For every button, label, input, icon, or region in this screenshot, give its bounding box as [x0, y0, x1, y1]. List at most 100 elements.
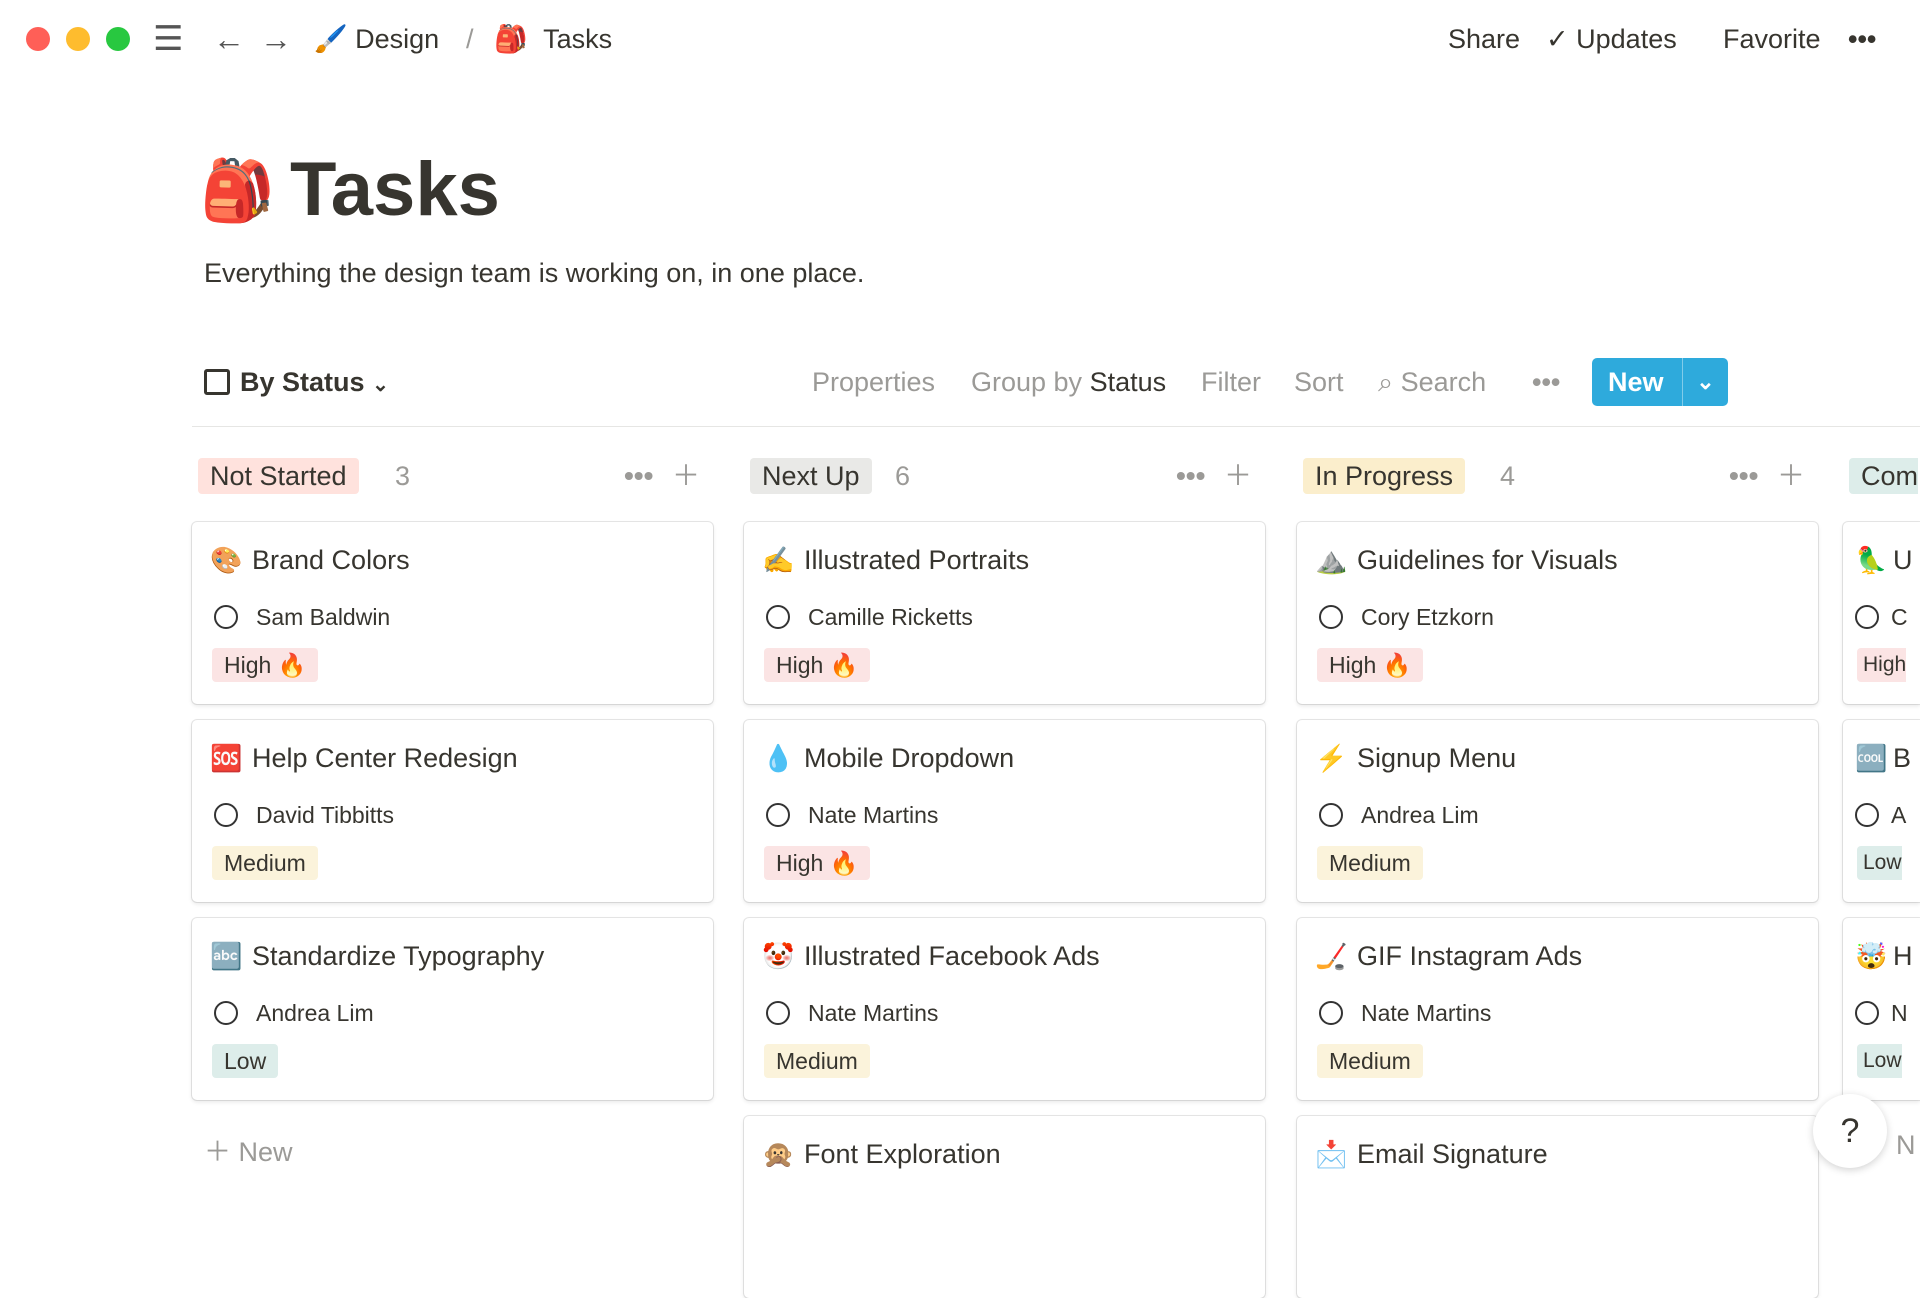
- page-description[interactable]: Everything the design team is working on…: [204, 258, 864, 289]
- column-count: 4: [1500, 461, 1516, 491]
- card-emoji-icon: 🙊: [762, 1139, 795, 1169]
- page-icon[interactable]: 🎒: [200, 155, 275, 226]
- column-header: Next Up 6 ••• ＋: [744, 456, 1265, 496]
- assignee-name: N: [1891, 1000, 1908, 1026]
- assignee-name: Andrea Lim: [256, 1000, 374, 1026]
- card-emoji-icon: 🤡: [762, 941, 795, 971]
- priority-badge: Medium: [1317, 846, 1423, 880]
- new-label: New: [1608, 367, 1664, 397]
- assignee: Nate Martins: [766, 800, 938, 830]
- status-label[interactable]: Not Started: [198, 458, 359, 494]
- card-title: 🎨 Brand Colors: [210, 542, 410, 578]
- task-card[interactable]: 🆒 B A Low: [1843, 720, 1920, 902]
- avatar: [766, 1001, 790, 1025]
- column-add-icon[interactable]: ＋: [672, 456, 700, 496]
- avatar: [766, 605, 790, 629]
- new-button[interactable]: New ⌄: [1592, 358, 1728, 406]
- assignee: Camille Ricketts: [766, 602, 973, 632]
- status-label[interactable]: Next Up: [750, 458, 872, 494]
- help-button[interactable]: ?: [1813, 1094, 1887, 1168]
- add-new-card-button-col4[interactable]: N: [1896, 1130, 1916, 1161]
- back-arrow-icon[interactable]: ←: [213, 20, 245, 58]
- breadcrumb-tasks[interactable]: 🎒 Tasks: [494, 20, 612, 58]
- status-label[interactable]: In Progress: [1303, 458, 1466, 494]
- task-card[interactable]: 🤡 Illustrated Facebook Ads Nate Martins Med…: [744, 918, 1265, 1100]
- card-title: 🤡 Illustrated Facebook Ads: [762, 938, 1100, 974]
- card-emoji-icon: 🎨: [210, 545, 243, 575]
- assignee-name: David Tibbitts: [256, 802, 395, 828]
- card-emoji-icon: 🆘: [210, 743, 243, 773]
- card-title: 🙊 Font Exploration: [762, 1136, 1001, 1172]
- card-title: 💧 Mobile Dropdown: [762, 740, 1014, 776]
- share-button[interactable]: Share: [1448, 20, 1520, 58]
- status-label[interactable]: Com: [1849, 458, 1919, 494]
- card-title-text: GIF Instagram Ads: [1357, 941, 1583, 971]
- view-selector[interactable]: By Status ⌄: [204, 362, 389, 405]
- avatar: [1319, 605, 1343, 629]
- task-card[interactable]: 🏒 GIF Instagram Ads Nate Martins Medium: [1297, 918, 1818, 1100]
- card-emoji-icon: 🏒: [1315, 941, 1348, 971]
- column-header: Com: [1843, 456, 1920, 496]
- more-options-icon[interactable]: •••: [1532, 362, 1560, 402]
- menu-icon[interactable]: ☰: [153, 20, 183, 58]
- card-emoji-icon: ⛰️: [1315, 545, 1348, 575]
- group-by-button[interactable]: Group by Status: [971, 362, 1166, 402]
- backpack-icon: 🎒: [494, 24, 528, 54]
- column-more-icon[interactable]: •••: [1729, 456, 1758, 496]
- new-dropdown-chevron-icon[interactable]: ⌄: [1682, 358, 1728, 406]
- task-card[interactable]: 🎨 Brand Colors Sam Baldwin High 🔥: [192, 522, 713, 704]
- task-card[interactable]: ⚡ Signup Menu Andrea Lim Medium: [1297, 720, 1818, 902]
- column-count: 6: [895, 461, 911, 491]
- group-by-value: Status: [1089, 367, 1167, 397]
- task-card[interactable]: 🦜 U C High: [1843, 522, 1920, 704]
- filter-button[interactable]: Filter: [1201, 362, 1261, 402]
- card-title: 🏒 GIF Instagram Ads: [1315, 938, 1582, 974]
- column-more-icon[interactable]: •••: [1176, 456, 1205, 496]
- task-card[interactable]: ✍️ Illustrated Portraits Camille Ricketts H…: [744, 522, 1265, 704]
- card-emoji-icon: 🦜: [1855, 545, 1888, 575]
- sort-button[interactable]: Sort: [1294, 362, 1344, 402]
- task-card[interactable]: 💧 Mobile Dropdown Nate Martins High 🔥: [744, 720, 1265, 902]
- card-title: ⚡ Signup Menu: [1315, 740, 1516, 776]
- board-icon: [204, 369, 230, 395]
- priority-badge: Low: [212, 1044, 279, 1078]
- card-title-text: Signup Menu: [1357, 743, 1517, 773]
- task-card[interactable]: 🤯 H N Low: [1843, 918, 1920, 1100]
- assignee-name: Andrea Lim: [1361, 802, 1479, 828]
- column-add-icon[interactable]: ＋: [1224, 456, 1252, 496]
- minimize-window-button[interactable]: [66, 27, 90, 51]
- priority-badge: Medium: [1317, 1044, 1423, 1078]
- task-card[interactable]: 🆘 Help Center Redesign David Tibbitts Mediu…: [192, 720, 713, 902]
- column-more-icon[interactable]: •••: [624, 456, 653, 496]
- assignee: David Tibbitts: [214, 800, 394, 830]
- favorite-button[interactable]: Favorite: [1723, 20, 1821, 58]
- card-title: 🆒 B: [1855, 740, 1911, 776]
- assignee: Andrea Lim: [214, 998, 374, 1028]
- card-title: 🔤 Standardize Typography: [210, 938, 544, 974]
- task-card[interactable]: 🔤 Standardize Typography Andrea Lim Low: [192, 918, 713, 1100]
- board-column: Com 🦜 U C High 🆒 B A Low 🤯 H N Low: [1843, 456, 1920, 1100]
- assignee-name: Cory Etzkorn: [1361, 604, 1494, 630]
- search-icon: ⌕: [1378, 367, 1394, 397]
- assignee-name: Nate Martins: [808, 802, 939, 828]
- breadcrumb-design[interactable]: 🖌️ Design: [314, 20, 439, 58]
- view-label: By Status: [240, 367, 365, 397]
- task-card[interactable]: 📩 Email Signature: [1297, 1116, 1818, 1298]
- page-title[interactable]: Tasks: [290, 145, 500, 235]
- more-icon[interactable]: •••: [1848, 20, 1876, 58]
- task-card[interactable]: 🙊 Font Exploration: [744, 1116, 1265, 1298]
- column-add-icon[interactable]: ＋: [1777, 456, 1805, 496]
- task-card[interactable]: ⛰️ Guidelines for Visuals Cory Etzkorn High…: [1297, 522, 1818, 704]
- assignee-name: Sam Baldwin: [256, 604, 391, 630]
- close-window-button[interactable]: [26, 27, 50, 51]
- forward-arrow-icon[interactable]: →: [260, 20, 292, 58]
- search-button[interactable]: ⌕ Search: [1378, 362, 1486, 402]
- card-title: 🤯 H: [1855, 938, 1913, 974]
- add-new-card-button[interactable]: ＋ New: [204, 1130, 293, 1169]
- card-title-text: Guidelines for Visuals: [1357, 545, 1618, 575]
- updates-button[interactable]: ✓ Updates: [1546, 20, 1677, 58]
- maximize-window-button[interactable]: [106, 27, 130, 51]
- assignee: Nate Martins: [1319, 998, 1491, 1028]
- assignee-name: Camille Ricketts: [808, 604, 973, 630]
- properties-button[interactable]: Properties: [812, 362, 935, 402]
